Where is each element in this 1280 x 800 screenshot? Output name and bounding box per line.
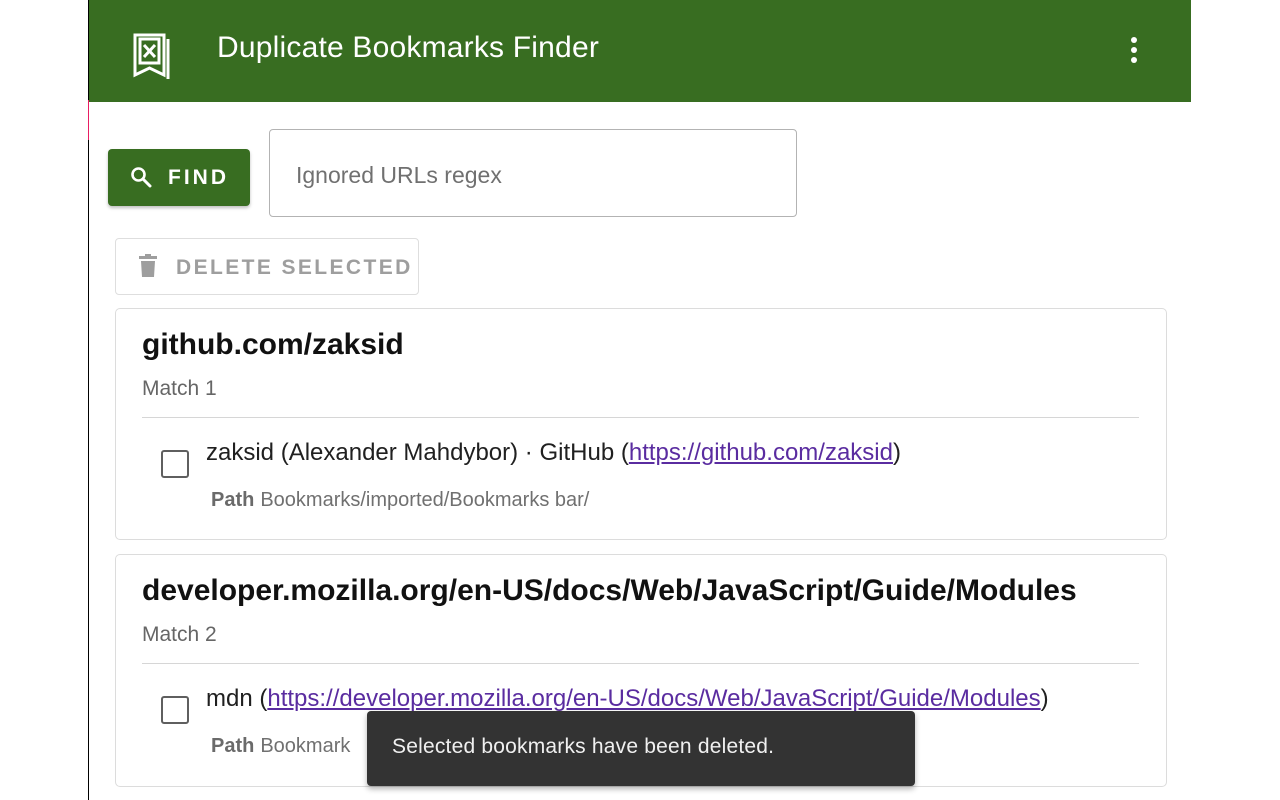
path-value: Bookmarks/imported/Bookmarks bar/ bbox=[260, 489, 590, 511]
bookmark-entry: mdn (https://developer.mozilla.org/en-US… bbox=[206, 685, 1049, 712]
bookmark-path: Path Bookmarks/imported/Bookmarks bar/ bbox=[211, 489, 589, 512]
bookmark-entry: zaksid (Alexander Mahdybor) · GitHub (ht… bbox=[206, 439, 901, 466]
snackbar-message: Selected bookmarks have been deleted. bbox=[392, 735, 775, 758]
trash-icon bbox=[139, 254, 157, 277]
snackbar: Selected bookmarks have been deleted. bbox=[367, 711, 915, 786]
group-title: developer.mozilla.org/en-US/docs/Web/Jav… bbox=[142, 574, 1077, 607]
divider bbox=[142, 417, 1139, 418]
bookmark-x-icon bbox=[133, 33, 170, 79]
app-title: Duplicate Bookmarks Finder bbox=[217, 31, 600, 64]
app-header: Duplicate Bookmarks Finder bbox=[89, 0, 1191, 102]
group-subtitle: Match 2 bbox=[142, 623, 217, 646]
divider bbox=[142, 663, 1139, 664]
path-label: Path bbox=[211, 735, 255, 757]
group-title: github.com/zaksid bbox=[142, 328, 404, 361]
bookmark-checkbox[interactable] bbox=[161, 696, 189, 724]
group-subtitle: Match 1 bbox=[142, 377, 217, 400]
app-window: Duplicate Bookmarks Finder FIND DELETE S… bbox=[89, 0, 1191, 800]
more-vert-icon[interactable] bbox=[1121, 30, 1147, 70]
bookmark-checkbox[interactable] bbox=[161, 450, 189, 478]
path-value: Bookmark bbox=[260, 735, 351, 757]
path-label: Path bbox=[211, 489, 255, 511]
find-button-label: FIND bbox=[168, 166, 229, 189]
bookmark-name: mdn bbox=[206, 685, 253, 712]
delete-selected-label: DELETE SELECTED bbox=[176, 256, 413, 279]
delete-selected-button[interactable]: DELETE SELECTED bbox=[115, 238, 419, 295]
bookmark-path: Path Bookmark bbox=[211, 735, 350, 758]
bookmark-name: zaksid (Alexander Mahdybor) · GitHub bbox=[206, 439, 615, 466]
bookmark-url-link[interactable]: https://developer.mozilla.org/en-US/docs… bbox=[267, 685, 1040, 712]
ignored-urls-input[interactable] bbox=[294, 154, 778, 196]
duplicate-group-card: github.com/zaksid Match 1 zaksid (Alexan… bbox=[115, 308, 1167, 540]
find-button[interactable]: FIND bbox=[108, 149, 250, 206]
ignored-urls-field[interactable] bbox=[269, 129, 797, 217]
bookmark-url-link[interactable]: https://github.com/zaksid bbox=[629, 439, 893, 466]
search-icon bbox=[131, 167, 152, 188]
